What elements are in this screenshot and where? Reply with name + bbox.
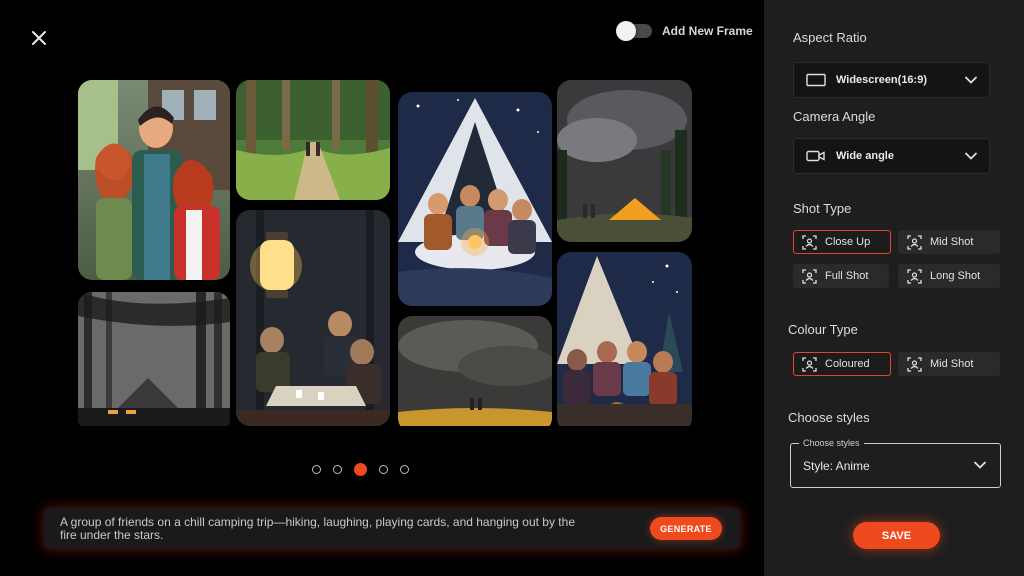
page-dot-active[interactable]: [354, 463, 367, 476]
frame-tent-group[interactable]: [557, 252, 692, 426]
add-new-frame-label: Add New Frame: [662, 24, 753, 38]
shot-long-shot-chip[interactable]: Long Shot: [898, 264, 1000, 288]
frame-cloudy-field[interactable]: [398, 316, 552, 426]
camera-angle-label: Camera Angle: [793, 109, 876, 124]
camera-angle-select[interactable]: Wide angle: [793, 138, 990, 174]
chip-label: Mid Shot: [930, 236, 974, 248]
gallery-pagination: [312, 463, 409, 476]
frame-misty-forest[interactable]: [78, 292, 230, 426]
colour-type-label: Colour Type: [788, 322, 858, 337]
page-dot[interactable]: [312, 465, 321, 474]
add-new-frame-toggle[interactable]: [616, 21, 652, 41]
frame-storm-tent[interactable]: [557, 80, 692, 242]
shot-frame-icon: [802, 356, 817, 372]
save-button[interactable]: SAVE: [853, 522, 940, 549]
page-dot[interactable]: [379, 465, 388, 474]
frame-forest-trail[interactable]: [236, 80, 390, 200]
shot-frame-icon: [907, 356, 922, 372]
chevron-down-icon: [974, 461, 986, 469]
shot-frame-icon: [802, 234, 817, 250]
frame-friends-portrait[interactable]: [78, 80, 230, 280]
shot-mid-shot-chip[interactable]: Mid Shot: [898, 230, 1000, 254]
add-new-frame-toggle-group: Add New Frame: [616, 21, 753, 41]
widescreen-icon: [806, 73, 826, 87]
chip-label: Full Shot: [825, 270, 869, 282]
settings-sidebar: Aspect Ratio Widescreen(16:9) Camera Ang…: [764, 0, 1024, 576]
generate-button[interactable]: GENERATE: [650, 517, 722, 540]
style-select-value: Style: Anime: [803, 459, 870, 473]
chip-label: Mid Shot: [930, 358, 974, 370]
close-icon: [32, 31, 46, 45]
chip-label: Close Up: [825, 236, 871, 248]
shot-frame-icon: [907, 234, 922, 250]
colour-coloured-chip[interactable]: Coloured: [793, 352, 891, 376]
shot-frame-icon: [802, 268, 817, 284]
chevron-down-icon: [965, 152, 977, 160]
aspect-ratio-value: Widescreen(16:9): [836, 74, 927, 86]
chip-label: Long Shot: [930, 270, 981, 282]
camera-icon: [806, 149, 826, 163]
style-select[interactable]: Choose styles Style: Anime: [790, 438, 1001, 488]
aspect-ratio-label: Aspect Ratio: [793, 30, 867, 45]
chevron-down-icon: [965, 76, 977, 84]
shot-frame-icon: [907, 268, 922, 284]
colour-mid-shot-chip[interactable]: Mid Shot: [898, 352, 1000, 376]
prompt-bar: A group of friends on a chill camping tr…: [44, 508, 740, 549]
toggle-knob: [616, 21, 636, 41]
aspect-ratio-select[interactable]: Widescreen(16:9): [793, 62, 990, 98]
shot-full-shot-chip[interactable]: Full Shot: [793, 264, 889, 288]
shot-close-up-chip[interactable]: Close Up: [793, 230, 891, 254]
close-button[interactable]: [30, 29, 48, 47]
camera-angle-value: Wide angle: [836, 150, 894, 162]
storyboard-canvas: Add New Frame A group of friends on a ch…: [0, 0, 764, 576]
frame-gallery: [78, 80, 692, 426]
page-dot[interactable]: [400, 465, 409, 474]
frame-tent-cards[interactable]: [398, 92, 552, 306]
style-select-legend: Choose styles: [799, 438, 864, 448]
shot-type-label: Shot Type: [793, 201, 852, 216]
choose-styles-label: Choose styles: [788, 410, 870, 425]
chip-label: Coloured: [825, 358, 870, 370]
prompt-input[interactable]: A group of friends on a chill camping tr…: [60, 515, 580, 542]
frame-lantern-cards[interactable]: [236, 210, 390, 426]
page-dot[interactable]: [333, 465, 342, 474]
